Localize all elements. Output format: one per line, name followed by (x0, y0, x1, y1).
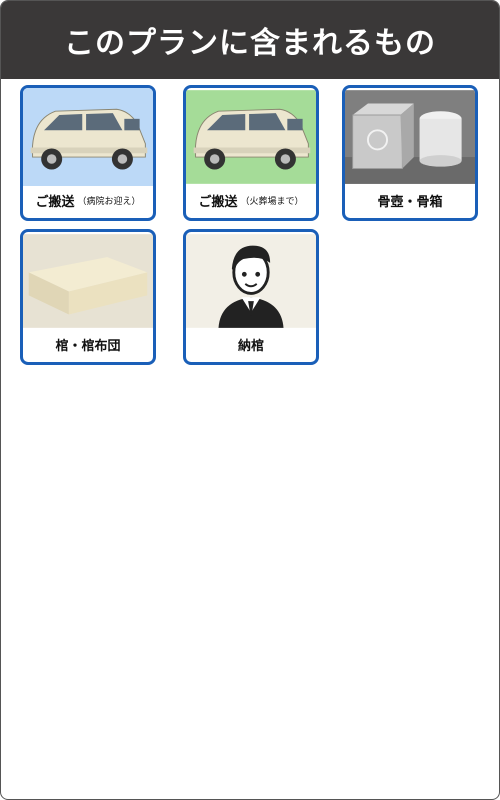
plan-panel: このプランに含まれるもの ご搬送 （病院お迎え） ご搬送 （火葬場まで） 骨壺・… (0, 0, 500, 800)
vehicle-image (23, 88, 153, 186)
item-label: ご搬送 （病院お迎え） (35, 194, 141, 210)
item-card-transport-hospital[interactable]: ご搬送 （病院お迎え） (20, 85, 156, 221)
staff-icon (186, 234, 316, 328)
urn-box-image (345, 90, 475, 184)
page-title: このプランに含まれるもの (64, 26, 436, 61)
item-card-urn[interactable]: 骨壺・骨箱 (342, 85, 478, 221)
vehicle-image (186, 90, 316, 184)
item-label: 骨壺・骨箱 (377, 194, 443, 210)
item-card-transport-crematorium[interactable]: ご搬送 （火葬場まで） (183, 85, 319, 221)
item-label: ご搬送 （火葬場まで） (198, 194, 304, 210)
item-card-coffin[interactable]: 棺・棺布団 (20, 229, 156, 365)
item-card-encoffinment[interactable]: 納棺 (183, 229, 319, 365)
item-label: 納棺 (237, 338, 264, 354)
item-label: 棺・棺布団 (55, 338, 121, 354)
header: このプランに含まれるもの (1, 1, 499, 79)
coffin-image (23, 234, 153, 328)
